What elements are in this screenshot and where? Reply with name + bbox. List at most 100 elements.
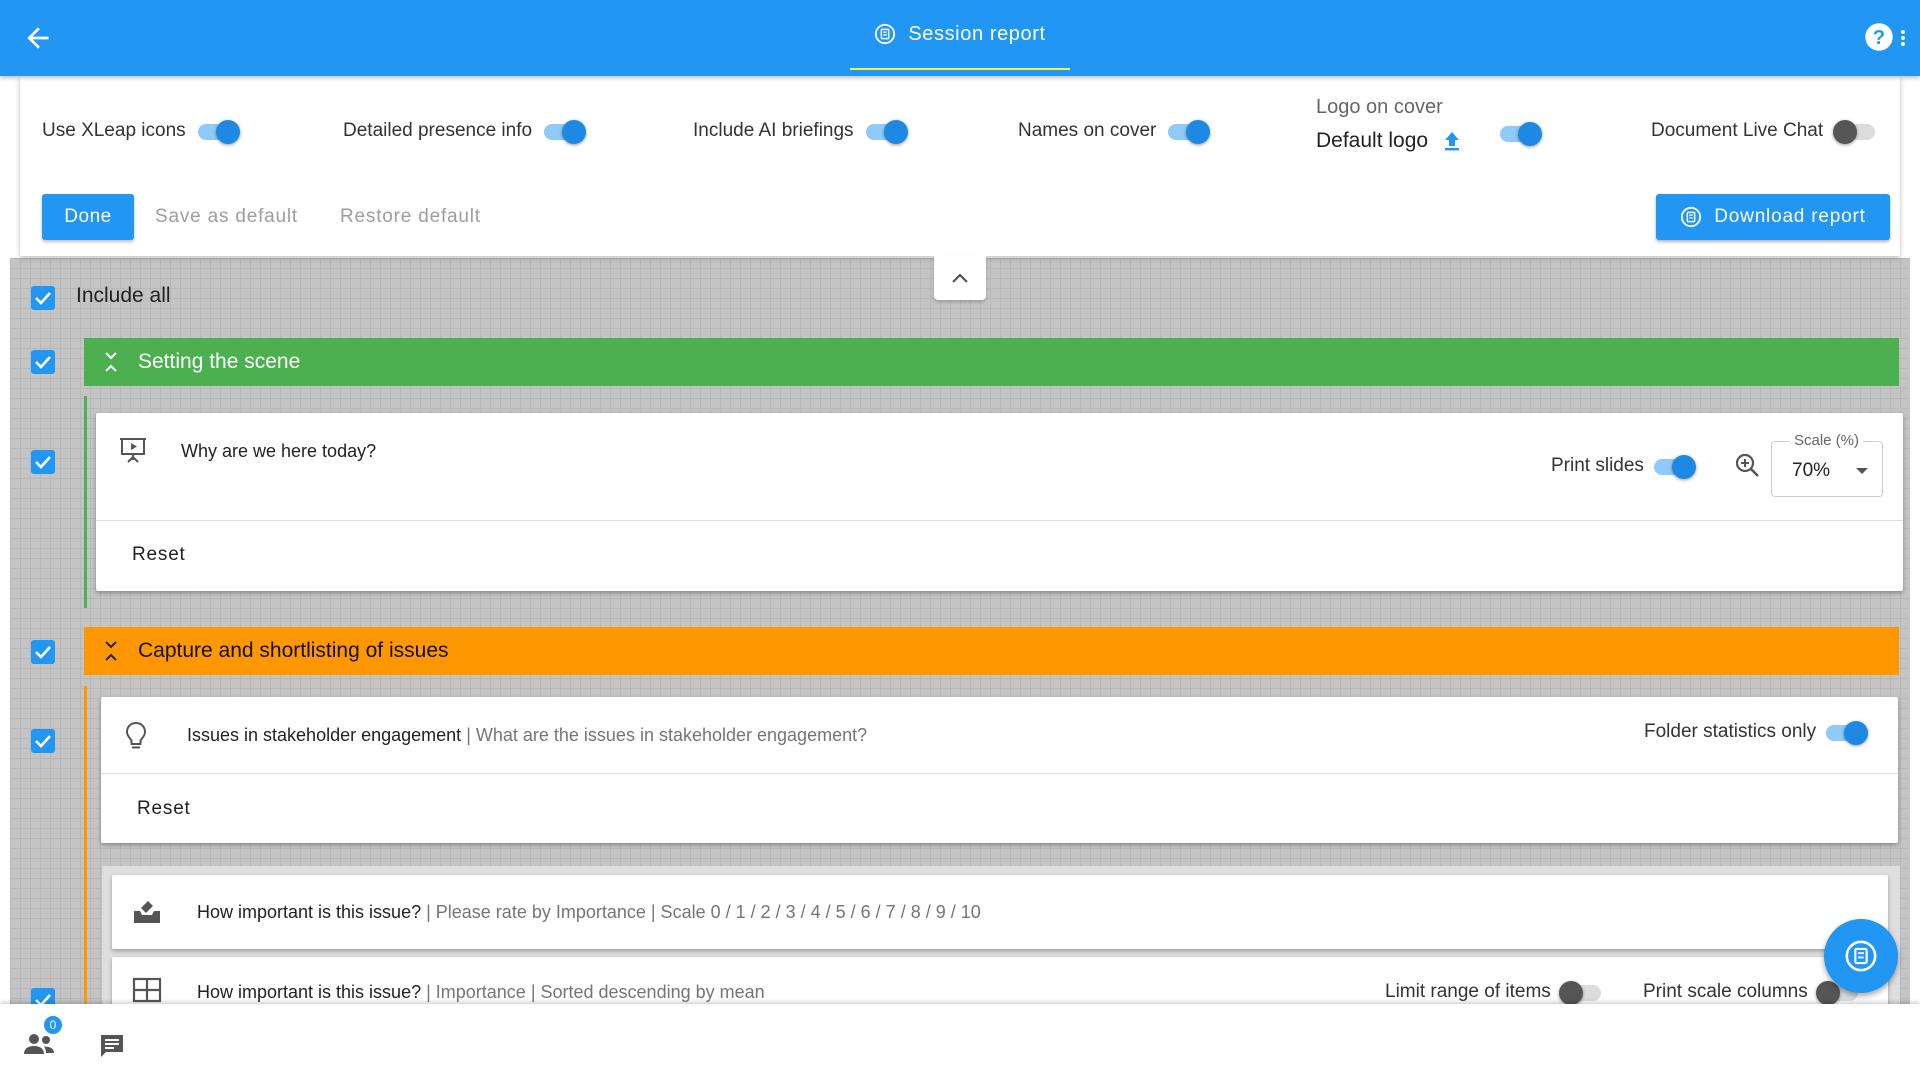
- option-names-on-cover: Names on cover: [1018, 118, 1212, 144]
- participants-icon[interactable]: [22, 1030, 56, 1058]
- item-card: Issues in stakeholder engagement | What …: [101, 697, 1898, 843]
- help-icon[interactable]: ?: [1864, 22, 1894, 52]
- option-logo-on-cover: Logo on cover Default logo: [1316, 96, 1462, 153]
- logo-on-cover-toggle[interactable]: [1498, 120, 1544, 146]
- check-icon: [35, 646, 51, 659]
- option-detailed-presence: Detailed presence info: [343, 118, 588, 144]
- item-question: Why are we here today?: [181, 441, 377, 461]
- ai-briefings-toggle[interactable]: [864, 118, 910, 144]
- option-print-slides: Print slides: [1551, 453, 1698, 479]
- collapse-section-icon[interactable]: [84, 627, 138, 675]
- presentation-icon: [120, 438, 146, 463]
- folder-statistics-label: Folder statistics only: [1644, 721, 1817, 742]
- option-label: Names on cover: [1018, 120, 1157, 141]
- item-question: Issues in stakeholder engagement | What …: [187, 725, 867, 746]
- question-detail: | What are the issues in stakeholder eng…: [461, 725, 868, 745]
- document-live-chat-toggle[interactable]: [1833, 118, 1879, 144]
- question-title: Issues in stakeholder engagement: [187, 725, 462, 745]
- app-bar: Session report ?: [0, 0, 1920, 76]
- question-title: How important is this issue?: [197, 902, 422, 922]
- table-icon: [132, 977, 162, 1003]
- lightbulb-icon: [125, 721, 147, 749]
- option-ai-briefings: Include AI briefings: [693, 118, 910, 144]
- item-question: How important is this issue? | Importanc…: [197, 982, 765, 1003]
- vote-icon: [134, 901, 160, 923]
- use-xleap-icons-toggle[interactable]: [196, 118, 242, 144]
- folder-statistics-toggle[interactable]: [1824, 719, 1870, 745]
- item-card: Why are we here today? Print slides Scal…: [96, 413, 1903, 591]
- item-checkbox[interactable]: [31, 729, 55, 753]
- report-fab-button[interactable]: [1824, 919, 1898, 993]
- check-icon: [35, 292, 51, 305]
- question-detail: | Importance | Sorted descending by mean: [421, 982, 765, 1002]
- save-as-default-button[interactable]: Save as default: [155, 194, 298, 240]
- chat-icon[interactable]: [98, 1032, 126, 1060]
- scale-label: Scale (%): [1790, 432, 1864, 449]
- option-label: Use XLeap icons: [42, 120, 186, 141]
- option-label: Detailed presence info: [343, 120, 533, 141]
- section-title: Capture and shortlisting of issues: [138, 639, 449, 662]
- report-icon: [1845, 940, 1877, 972]
- section-header-setting-the-scene[interactable]: Setting the scene: [84, 338, 1899, 386]
- divider: [96, 520, 1903, 521]
- nested-item-card: How important is this issue? | Please ra…: [112, 875, 1888, 949]
- more-vert-icon[interactable]: [1900, 28, 1906, 48]
- section-header-capture-and-shortlisting[interactable]: Capture and shortlisting of issues: [84, 627, 1899, 675]
- section-checkbox[interactable]: [31, 350, 55, 374]
- names-on-cover-toggle[interactable]: [1166, 118, 1212, 144]
- option-label: Document Live Chat: [1651, 120, 1824, 141]
- reset-button[interactable]: Reset: [132, 544, 186, 566]
- logo-select[interactable]: Default logo: [1316, 129, 1462, 153]
- divider: [101, 773, 1898, 774]
- item-checkbox[interactable]: [31, 450, 55, 474]
- done-button[interactable]: Done: [42, 194, 134, 240]
- restore-default-button[interactable]: Restore default: [340, 194, 481, 240]
- scale-value: 70%: [1792, 460, 1831, 481]
- option-use-xleap-icons: Use XLeap icons: [42, 118, 242, 144]
- collapse-section-icon[interactable]: [84, 338, 138, 386]
- print-scale-label: Print scale columns: [1643, 981, 1808, 1002]
- reset-button[interactable]: Reset: [137, 798, 191, 820]
- report-icon: [875, 23, 896, 45]
- dropdown-arrow-icon: [1856, 468, 1868, 474]
- download-report-button[interactable]: Download report: [1656, 194, 1890, 240]
- question-title: How important is this issue?: [197, 982, 422, 1002]
- option-folder-statistics: Folder statistics only: [1644, 719, 1870, 745]
- option-print-scale-columns: Print scale columns: [1643, 979, 1862, 1005]
- collapse-settings-button[interactable]: [934, 256, 986, 300]
- section-title: Setting the scene: [138, 350, 301, 373]
- bottom-bar: 0: [0, 1004, 1920, 1080]
- check-icon: [35, 356, 51, 369]
- limit-range-toggle[interactable]: [1558, 979, 1605, 1005]
- include-all-label: Include all: [76, 284, 171, 307]
- scale-select[interactable]: Scale (%) 70%: [1771, 432, 1883, 497]
- check-icon: [35, 735, 51, 748]
- upload-icon[interactable]: [1442, 130, 1462, 152]
- svg-text:?: ?: [1873, 27, 1885, 49]
- option-document-live-chat: Document Live Chat: [1651, 118, 1879, 144]
- chevron-up-icon: [952, 273, 968, 283]
- tab-session-report[interactable]: Session report: [850, 0, 1070, 70]
- question-detail: | Please rate by Importance | Scale 0 / …: [421, 902, 981, 922]
- page-title: Session report: [908, 22, 1046, 45]
- download-report-label: Download report: [1714, 206, 1866, 227]
- back-arrow-icon[interactable]: [22, 22, 54, 54]
- limit-range-label: Limit range of items: [1385, 981, 1551, 1002]
- report-settings-panel: Use XLeap icons Detailed presence info I…: [20, 76, 1900, 256]
- option-label: Include AI briefings: [693, 120, 854, 141]
- logo-on-cover-label: Logo on cover: [1316, 96, 1443, 118]
- participants-count-badge: 0: [44, 1016, 62, 1034]
- print-slides-label: Print slides: [1551, 455, 1644, 476]
- section-rail: [84, 396, 87, 608]
- section-checkbox[interactable]: [31, 640, 55, 664]
- item-question: How important is this issue? | Please ra…: [197, 902, 981, 923]
- logo-value: Default logo: [1316, 129, 1429, 152]
- check-icon: [35, 456, 51, 469]
- section-rail: [84, 686, 87, 1004]
- detailed-presence-toggle[interactable]: [542, 118, 588, 144]
- option-limit-range: Limit range of items: [1385, 979, 1605, 1005]
- zoom-in-icon[interactable]: [1734, 452, 1760, 478]
- print-slides-toggle[interactable]: [1652, 453, 1698, 479]
- include-all-checkbox[interactable]: [31, 286, 55, 310]
- report-icon: [1681, 206, 1702, 228]
